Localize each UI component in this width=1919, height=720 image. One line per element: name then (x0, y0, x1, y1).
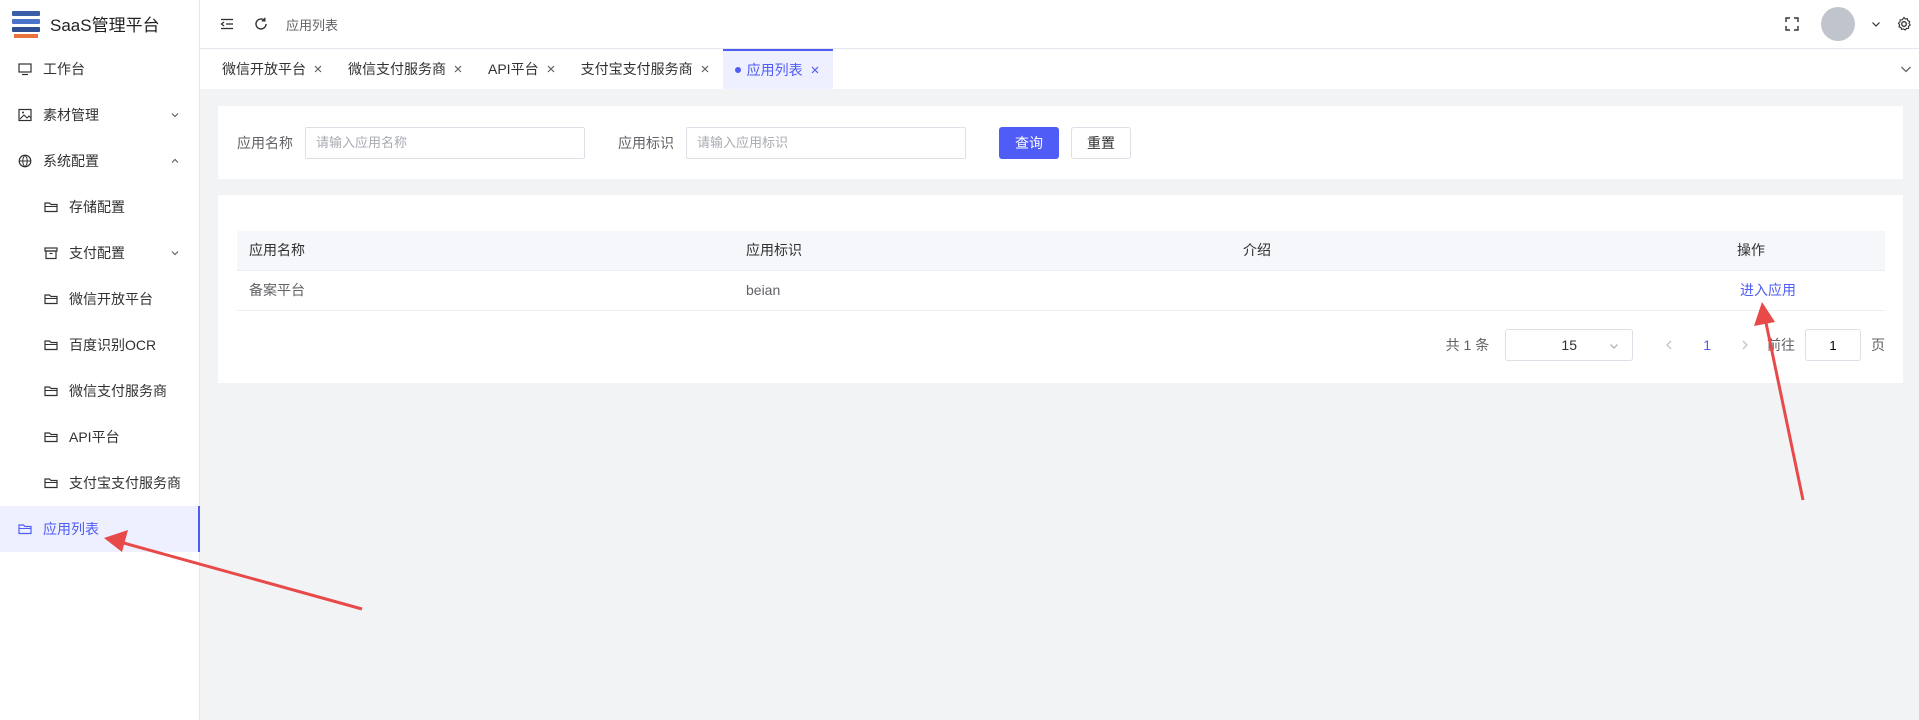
folder-icon (43, 383, 59, 399)
page-size-select[interactable]: 15 (1505, 329, 1634, 361)
search-form: 应用名称 应用标识 查询 重置 (218, 106, 1903, 179)
sidebar-item-label: 应用列表 (43, 521, 99, 537)
chevron-down-icon (171, 113, 179, 118)
app-name-input[interactable] (305, 126, 585, 159)
sidebar-item-label: 微信开放平台 (69, 291, 153, 307)
sidebar-item-label: 素材管理 (43, 107, 99, 123)
tab-wechat-open-platform[interactable]: 微信开放平台 (210, 49, 336, 89)
folder-icon (43, 291, 59, 307)
sidebar-item-label: API平台 (69, 429, 120, 445)
sidebar-item-label: 系统配置 (43, 153, 99, 169)
chevron-down-icon[interactable] (1899, 62, 1913, 76)
sidebar-item-app-list[interactable]: 应用列表 (0, 506, 200, 552)
tab-label: API平台 (488, 61, 539, 77)
prev-page-icon[interactable] (1661, 337, 1677, 353)
app-name-label: 应用名称 (237, 134, 293, 151)
avatar[interactable] (1821, 7, 1855, 41)
close-icon[interactable] (699, 63, 711, 75)
sidebar-item-label: 支付宝支付服务商 (69, 475, 181, 491)
tab-wechat-pay-provider[interactable]: 微信支付服务商 (336, 49, 476, 89)
sidebar-item-baidu-ocr[interactable]: 百度识别OCR (0, 322, 199, 368)
sidebar-item-payment-config[interactable]: 支付配置 (0, 230, 199, 276)
total-count: 共 1 条 (1445, 337, 1490, 353)
chevron-down-icon (171, 251, 179, 256)
column-header-intro: 介绍 (1231, 231, 1725, 271)
tab-bar: 微信开放平台 微信支付服务商 API平台 支付宝支付服务商 应用列表 (200, 49, 1919, 89)
reset-button[interactable]: 重置 (1071, 126, 1131, 159)
column-header-key: 应用标识 (734, 231, 1231, 271)
close-icon[interactable] (312, 63, 324, 75)
sidebar-item-workbench[interactable]: 工作台 (0, 46, 199, 92)
tab-alipay-provider[interactable]: 支付宝支付服务商 (569, 49, 723, 89)
query-button[interactable]: 查询 (999, 126, 1059, 159)
sidebar-item-wechat-open-platform[interactable]: 微信开放平台 (0, 276, 199, 322)
page-number[interactable]: 1 (1703, 337, 1711, 353)
image-icon (17, 107, 33, 123)
table-header-row: 应用名称 应用标识 介绍 操作 (237, 231, 1885, 271)
column-header-name: 应用名称 (237, 231, 734, 271)
gear-icon[interactable] (1895, 15, 1913, 33)
chevron-up-icon (171, 158, 179, 163)
app-key-label: 应用标识 (618, 134, 674, 151)
chevron-down-icon (1610, 344, 1619, 349)
enter-app-link[interactable]: 进入应用 (1740, 282, 1796, 298)
app-table: 应用名称 应用标识 介绍 操作 备案平台 beian 进入应用 (237, 231, 1885, 311)
breadcrumb: 应用列表 (286, 17, 339, 33)
cell-app-intro (1231, 270, 1725, 311)
tab-label: 应用列表 (746, 62, 803, 78)
cell-app-key: beian (734, 270, 1231, 311)
active-dot-icon (734, 67, 741, 73)
sidebar-item-system-config[interactable]: 系统配置 (0, 138, 199, 184)
monitor-icon (17, 61, 33, 77)
sidebar-item-wechat-pay-provider[interactable]: 微信支付服务商 (0, 368, 199, 414)
tab-label: 支付宝支付服务商 (580, 61, 693, 77)
sidebar: SaaS管理平台 工作台 素材管理 系统配置 存储配置 支付配置 微信开放平台 … (0, 0, 200, 720)
cell-app-name: 备案平台 (237, 270, 734, 311)
top-header: 应用列表 (200, 0, 1919, 49)
pagination: 共 1 条 15 1 前往 页 (1446, 329, 1885, 361)
close-icon[interactable] (545, 63, 557, 75)
tab-label: 微信支付服务商 (348, 61, 446, 77)
sidebar-item-label: 支付配置 (69, 245, 125, 261)
sidebar-item-label: 微信支付服务商 (69, 383, 167, 399)
folder-icon (43, 337, 59, 353)
folder-icon (17, 521, 33, 537)
logo[interactable]: SaaS管理平台 (0, 0, 199, 46)
close-icon[interactable] (452, 63, 464, 75)
tab-app-list[interactable]: 应用列表 (722, 49, 833, 89)
tab-label: 微信开放平台 (222, 61, 306, 77)
sidebar-item-storage-config[interactable]: 存储配置 (0, 184, 199, 230)
tab-api-platform[interactable]: API平台 (476, 49, 569, 89)
refresh-icon[interactable] (252, 15, 270, 33)
fullscreen-icon[interactable] (1783, 15, 1801, 33)
chevron-down-icon[interactable] (1867, 15, 1885, 33)
goto-page-input[interactable] (1805, 329, 1861, 361)
goto-prefix: 前往 (1767, 337, 1795, 353)
sidebar-item-api-platform[interactable]: API平台 (0, 414, 199, 460)
folder-icon (43, 199, 59, 215)
app-title: SaaS管理平台 (50, 15, 160, 35)
next-page-icon[interactable] (1737, 337, 1753, 353)
sidebar-item-label: 百度识别OCR (69, 337, 157, 353)
table-row: 备案平台 beian 进入应用 (237, 270, 1885, 311)
page-size-value: 15 (1561, 337, 1577, 353)
folder-icon (43, 429, 59, 445)
sidebar-item-label: 工作台 (43, 61, 85, 77)
app-table-card: 应用名称 应用标识 介绍 操作 备案平台 beian 进入应用 共 1 条 15… (218, 195, 1903, 383)
folder-icon (43, 475, 59, 491)
sidebar-item-alipay-provider[interactable]: 支付宝支付服务商 (0, 460, 199, 506)
globe-icon (17, 153, 33, 169)
column-header-action: 操作 (1725, 231, 1885, 271)
sidebar-item-label: 存储配置 (69, 199, 125, 215)
app-key-input[interactable] (686, 126, 966, 159)
sidebar-item-materials[interactable]: 素材管理 (0, 92, 199, 138)
collapse-menu-icon[interactable] (218, 15, 236, 33)
logo-icon (10, 8, 42, 38)
close-icon[interactable] (809, 64, 821, 76)
goto-suffix: 页 (1871, 337, 1885, 353)
archive-icon (43, 245, 59, 261)
